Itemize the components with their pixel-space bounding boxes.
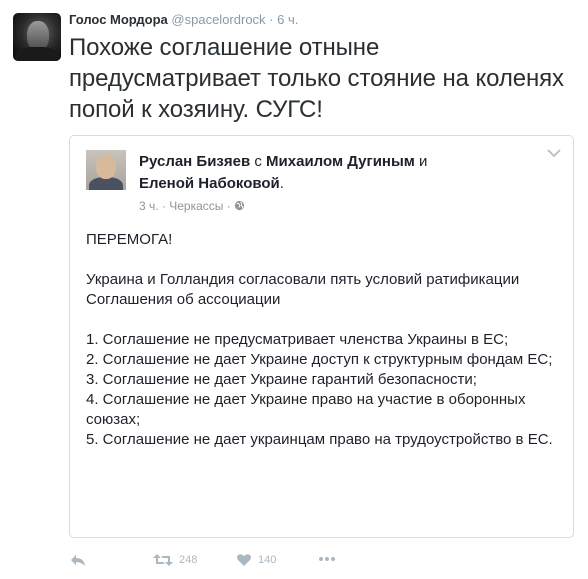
- more-icon: [319, 557, 335, 561]
- tweet-text: Похоже соглашение отныне предусматривает…: [69, 34, 564, 123]
- reply-icon: [71, 555, 85, 566]
- tagged-user-2[interactable]: Еленой Набоковой: [139, 175, 280, 192]
- list-item: 4. Соглашение не дает Украине право на у…: [86, 391, 526, 428]
- post-meta-text: 3 ч. · Черкассы ·: [139, 199, 231, 213]
- more-button[interactable]: [318, 556, 336, 562]
- post-author-line: Руслан Бизяев с Михаилом Дугиным и Елено…: [139, 151, 549, 195]
- list-item: 3. Соглашение не дает Украине гарантий б…: [86, 371, 477, 388]
- post-heading: ПЕРЕМОГА!: [86, 231, 173, 248]
- author-handle[interactable]: @spacelordrock: [171, 12, 265, 27]
- tweet-actions: 248 140: [0, 553, 588, 575]
- title-period: .: [279, 175, 284, 192]
- post-intro: Украина и Голландия согласовали пять усл…: [86, 271, 520, 308]
- avatar-head: [96, 155, 116, 179]
- post-meta: 3 ч. · Черкассы ·: [139, 199, 245, 213]
- and-word: и: [419, 153, 428, 170]
- post-body: ПЕРЕМОГА! Украина и Голландия согласовал…: [86, 230, 566, 450]
- globe-icon: [235, 200, 245, 211]
- separator-dot: ·: [269, 12, 274, 27]
- retweet-button[interactable]: 248: [153, 553, 197, 567]
- tweet-time[interactable]: 6 ч.: [277, 12, 298, 27]
- with-word: с: [254, 153, 262, 170]
- avatar-shoulder: [15, 47, 59, 61]
- list-item: 1. Соглашение не предусматривает членств…: [86, 331, 509, 348]
- tagged-user-1[interactable]: Михаилом Дугиным: [266, 153, 415, 170]
- author-avatar[interactable]: [13, 13, 61, 61]
- reply-button[interactable]: [70, 553, 86, 567]
- post-author-avatar[interactable]: [86, 150, 126, 190]
- like-icon: [237, 554, 251, 566]
- like-button[interactable]: 140: [236, 553, 276, 567]
- author-name[interactable]: Голос Мордора: [69, 12, 168, 27]
- tweet-header: Голос Мордора @spacelordrock · 6 ч.: [69, 12, 298, 28]
- retweet-count: 248: [179, 554, 198, 566]
- chevron-down-icon[interactable]: [547, 148, 561, 158]
- embedded-facebook-post[interactable]: Руслан Бизяев с Михаилом Дугиным и Елено…: [69, 135, 574, 538]
- like-count: 140: [258, 554, 277, 566]
- retweet-icon: [153, 554, 173, 566]
- list-item: 2. Соглашение не дает Украине доступ к с…: [86, 351, 553, 368]
- post-author-name[interactable]: Руслан Бизяев: [139, 153, 250, 170]
- list-item: 5. Соглашение не дает украинцам право на…: [86, 431, 553, 448]
